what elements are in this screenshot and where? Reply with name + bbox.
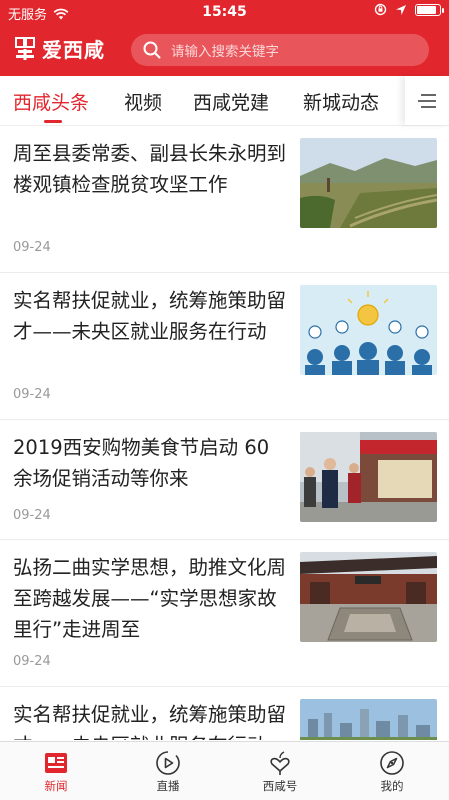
status-bar: 无服务 15:45 bbox=[0, 0, 449, 24]
news-date: 09-24 bbox=[13, 654, 51, 669]
nav-news-label: 新闻 bbox=[44, 779, 68, 793]
news-date: 09-24 bbox=[13, 240, 51, 255]
search-placeholder: 请输入搜索关键字 bbox=[171, 44, 279, 60]
app-logo: 爱西咸 bbox=[14, 34, 105, 63]
news-item[interactable]: 弘扬二曲实学思想，助推文化周至跨越发展——“实学思想家故里行”走进周至 09-2… bbox=[0, 540, 449, 687]
news-item[interactable]: 2019西安购物美食节启动 60余场促销活动等你来 09-24 bbox=[0, 420, 449, 540]
news-title: 弘扬二曲实学思想，助推文化周至跨越发展——“实学思想家故里行”走进周至 bbox=[13, 556, 287, 641]
live-play-icon bbox=[156, 751, 180, 775]
news-item[interactable]: 周至县委常委、副县长朱永明到楼观镇检查脱贫攻坚工作 09-24 bbox=[0, 126, 449, 273]
nav-mine-label: 我的 bbox=[380, 779, 404, 793]
channel-tabs: 西咸头条 视频 西咸党建 新城动态 bbox=[0, 76, 449, 126]
news-thumbnail-lightbulbs bbox=[300, 285, 437, 375]
tab-party-building[interactable]: 西咸党建 bbox=[193, 88, 269, 115]
news-list: 周至县委常委、副县长朱永明到楼观镇检查脱贫攻坚工作 09-24 实名帮扶促就业，… bbox=[0, 126, 449, 740]
battery-icon bbox=[415, 3, 444, 16]
tab-xixian-headlines[interactable]: 西咸头条 bbox=[13, 88, 89, 115]
app-logo-icon bbox=[15, 36, 35, 60]
news-title: 实名帮扶促就业，统筹施策助留才——未央区就业服务在行动 bbox=[13, 703, 287, 740]
tab-new-city-news[interactable]: 新城动态 bbox=[303, 88, 379, 115]
news-thumbnail-cityscape bbox=[300, 699, 437, 740]
nav-xixian-account-label: 西咸号 bbox=[262, 779, 298, 793]
news-item[interactable]: 实名帮扶促就业，统筹施策助留才——未央区就业服务在行动 bbox=[0, 687, 449, 740]
nav-live[interactable]: 直播 bbox=[128, 750, 208, 794]
search-icon bbox=[143, 41, 161, 59]
bottom-tab-bar: 新闻 直播 西咸号 我的 bbox=[0, 741, 449, 800]
news-date: 09-24 bbox=[13, 387, 51, 402]
app-name: 爱西咸 bbox=[42, 38, 105, 62]
news-item[interactable]: 实名帮扶促就业，统筹施策助留才——未央区就业服务在行动 09-24 bbox=[0, 273, 449, 420]
compass-icon bbox=[380, 751, 404, 775]
news-thumbnail-temple bbox=[300, 552, 437, 642]
news-icon bbox=[45, 753, 67, 773]
news-title: 周至县委常委、副县长朱永明到楼观镇检查脱贫攻坚工作 bbox=[13, 142, 287, 196]
news-date: 09-24 bbox=[13, 508, 51, 523]
menu-lines-icon bbox=[418, 93, 436, 108]
nav-live-label: 直播 bbox=[156, 779, 180, 793]
nav-news[interactable]: 新闻 bbox=[16, 750, 96, 794]
news-title: 实名帮扶促就业，统筹施策助留才——未央区就业服务在行动 bbox=[13, 289, 287, 343]
location-arrow-icon bbox=[396, 4, 406, 15]
search-input[interactable]: 请输入搜索关键字 bbox=[131, 34, 429, 66]
battery-level bbox=[417, 5, 436, 14]
news-title: 2019西安购物美食节启动 60余场促销活动等你来 bbox=[13, 436, 270, 490]
tab-video[interactable]: 视频 bbox=[124, 88, 162, 115]
active-tab-indicator bbox=[44, 120, 62, 123]
heart-plant-icon bbox=[270, 751, 290, 775]
news-thumbnail-terraced-fields bbox=[300, 138, 437, 228]
nav-xixian-account[interactable]: 西咸号 bbox=[240, 750, 320, 794]
nav-mine[interactable]: 我的 bbox=[352, 750, 432, 794]
news-thumbnail-shopping-festival bbox=[300, 432, 437, 522]
channel-menu-button[interactable] bbox=[405, 76, 449, 125]
orientation-lock-icon bbox=[374, 3, 387, 16]
app-header: 无服务 15:45 爱西咸 请输入搜索关键字 bbox=[0, 0, 449, 76]
